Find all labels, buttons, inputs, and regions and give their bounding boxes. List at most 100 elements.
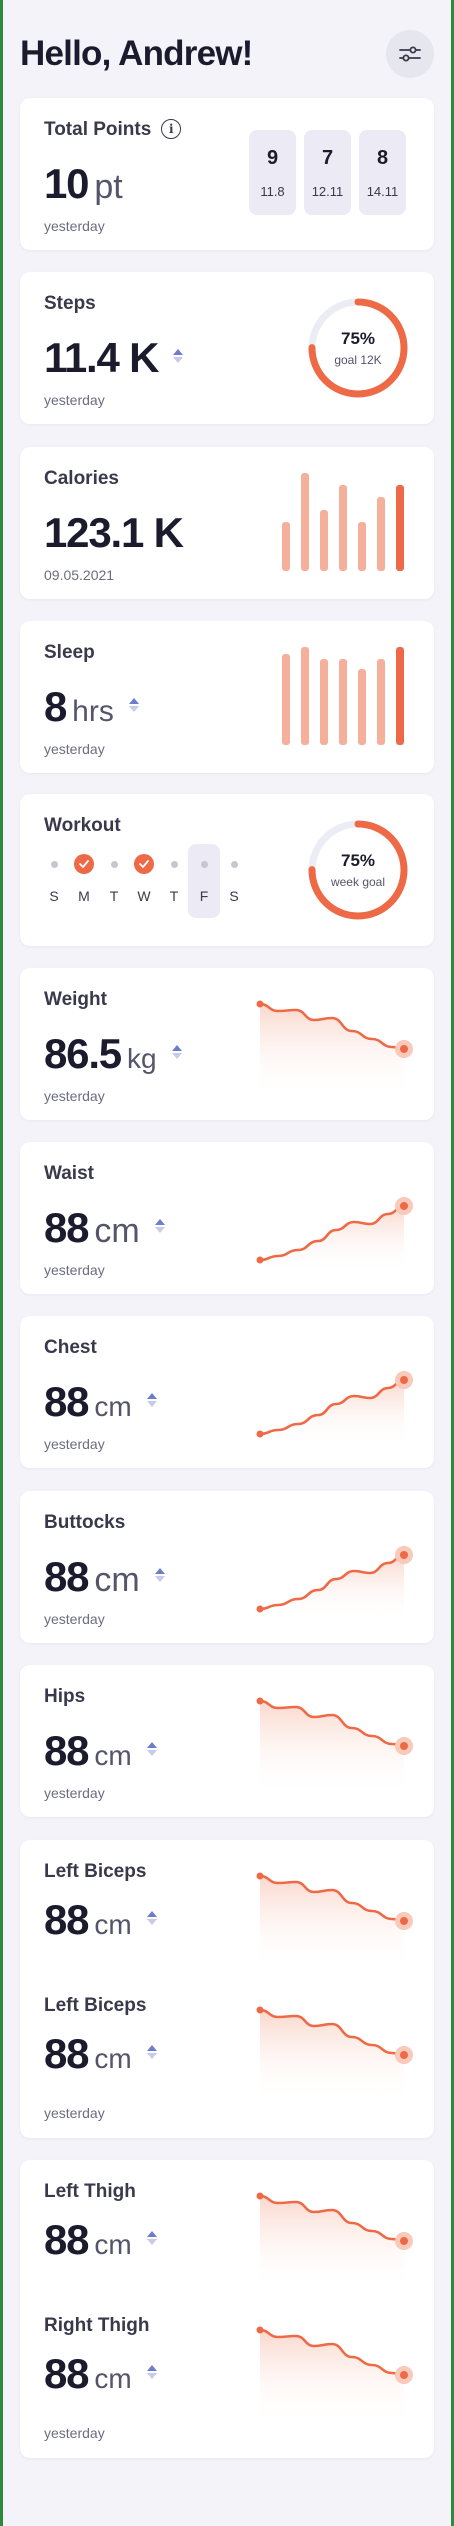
sparkline-start-point — [256, 1430, 264, 1438]
check-icon — [74, 854, 94, 874]
hips-card[interactable]: Hips 88 cm yesterday — [20, 1665, 434, 1817]
buttocks-title: Buttocks — [44, 1512, 126, 1533]
buttocks-caption: yesterday — [44, 1611, 105, 1627]
calories-value-row: 123.1 K — [44, 509, 184, 557]
sparkline-end-point — [400, 2237, 408, 2245]
sparkline-end-point — [400, 1202, 408, 1210]
right-thigh-value-row: 88 cm — [44, 2350, 158, 2398]
steps-value-row: 11.4 K — [44, 334, 184, 382]
chest-sparkline — [256, 1371, 413, 1446]
trend-sort-icon — [146, 1392, 158, 1413]
steps-caption: yesterday — [44, 392, 105, 408]
trend-sort-icon — [154, 1567, 166, 1588]
workout-card[interactable]: Workout S M T W T F S 75% week goal — [20, 794, 434, 946]
weekday[interactable]: T — [104, 854, 124, 904]
weekday-tracker: S M T W T F S — [44, 844, 244, 918]
date-month: 12.11 — [311, 183, 344, 199]
total-points-value-row: 10 pt — [44, 160, 123, 208]
trend-sort-icon — [154, 1218, 166, 1239]
workout-title: Workout — [44, 815, 121, 836]
weekday-label: S — [229, 888, 239, 904]
calories-caption: 09.05.2021 — [44, 567, 115, 583]
sleep-unit: hrs — [72, 695, 114, 728]
settings-button[interactable] — [386, 30, 434, 78]
greeting-title: Hello, Andrew! — [20, 34, 253, 73]
date-day: 8 — [376, 146, 389, 169]
weekday[interactable]: W — [134, 854, 154, 904]
bar — [396, 647, 404, 745]
date-month: 11.8 — [260, 183, 285, 199]
info-icon[interactable]: i — [161, 119, 182, 139]
bar — [320, 510, 328, 571]
sparkline-start-point — [256, 1000, 264, 1008]
hips-value: 88 — [44, 1727, 90, 1774]
sleep-card[interactable]: Sleep 8 hrs yesterday — [20, 621, 434, 773]
weekday-label: M — [78, 888, 90, 904]
left-biceps-value: 88 — [44, 1896, 90, 1943]
total-points-caption: yesterday — [44, 218, 105, 234]
sparkline-end-point — [400, 1376, 408, 1384]
weekday-selected[interactable]: F — [188, 844, 220, 918]
trend-sort-icon — [171, 1044, 183, 1065]
weight-title: Weight — [44, 989, 107, 1010]
bar — [282, 522, 290, 571]
trend-sort-icon — [146, 1741, 158, 1762]
right-thigh-title: Right Thigh — [44, 2315, 150, 2336]
header: Hello, Andrew! — [20, 28, 434, 80]
weight-caption: yesterday — [44, 1088, 105, 1104]
waist-title: Waist — [44, 1163, 94, 1184]
right-thigh-sparkline — [256, 2326, 413, 2424]
thigh-card[interactable]: Left Thigh 88 cm Right Thigh 88 cm yeste… — [20, 2160, 434, 2458]
sparkline-end-point — [400, 1917, 408, 1925]
sparkline-start-point — [256, 1256, 264, 1264]
total-points-card[interactable]: Total Points i 10 pt yesterday 9 11.8 7 1… — [20, 98, 434, 250]
weight-value-row: 86.5 kg — [44, 1030, 183, 1078]
date-box[interactable]: 9 11.8 — [249, 130, 296, 215]
weekday[interactable]: S — [224, 854, 244, 904]
right-biceps-unit: cm — [94, 2043, 132, 2074]
weekday-label: F — [199, 888, 209, 904]
calories-bar-chart — [282, 473, 404, 571]
sparkline-end-point — [400, 1045, 408, 1053]
hips-caption: yesterday — [44, 1785, 105, 1801]
sparkline-start-point — [256, 1872, 264, 1880]
chest-card[interactable]: Chest 88 cm yesterday — [20, 1316, 434, 1468]
chest-value-row: 88 cm — [44, 1378, 158, 1426]
steps-gauge-goal: goal 12K — [334, 353, 382, 367]
weekday[interactable]: S — [44, 854, 64, 904]
waist-value-row: 88 cm — [44, 1204, 166, 1252]
bar — [339, 659, 347, 745]
steps-progress-ring: 75% goal 12K — [306, 296, 410, 400]
weekday[interactable]: T — [164, 854, 184, 904]
weekday[interactable]: M — [74, 854, 94, 904]
bar — [358, 522, 366, 571]
weekday-label: W — [137, 888, 151, 904]
weight-value: 86.5 — [44, 1030, 122, 1077]
chest-title: Chest — [44, 1337, 97, 1358]
steps-gauge-percent: 75% — [340, 329, 376, 348]
date-box[interactable]: 8 14.11 — [359, 130, 406, 215]
hips-sparkline — [256, 1697, 413, 1795]
sleep-value-row: 8 hrs — [44, 683, 140, 731]
sparkline-start-point — [256, 2326, 264, 2334]
date-month: 14.11 — [366, 183, 399, 199]
left-thigh-unit: cm — [94, 2229, 132, 2260]
sparkline-start-point — [256, 2192, 264, 2200]
thigh-caption: yesterday — [44, 2425, 105, 2441]
date-boxes: 9 11.8 7 12.11 8 14.11 — [249, 130, 406, 215]
total-points-title-text: Total Points — [44, 119, 152, 140]
total-points-unit: pt — [94, 168, 123, 206]
trend-sort-icon — [146, 1910, 158, 1931]
date-box[interactable]: 7 12.11 — [304, 130, 351, 215]
weekday-label: S — [49, 888, 59, 904]
weight-card[interactable]: Weight 86.5 kg yesterday — [20, 968, 434, 1120]
buttocks-card[interactable]: Buttocks 88 cm yesterday — [20, 1491, 434, 1643]
biceps-card[interactable]: Left Biceps 88 cm Left Biceps 88 cm yest… — [20, 1840, 434, 2138]
calories-card[interactable]: Calories 123.1 K 09.05.2021 — [20, 447, 434, 599]
steps-card[interactable]: Steps 11.4 K yesterday 75% goal 12K — [20, 272, 434, 424]
waist-card[interactable]: Waist 88 cm yesterday — [20, 1142, 434, 1294]
total-points-value: 10 — [44, 160, 90, 207]
dot-icon — [50, 860, 58, 868]
date-day: 7 — [321, 146, 334, 169]
trend-sort-icon — [146, 2044, 158, 2065]
